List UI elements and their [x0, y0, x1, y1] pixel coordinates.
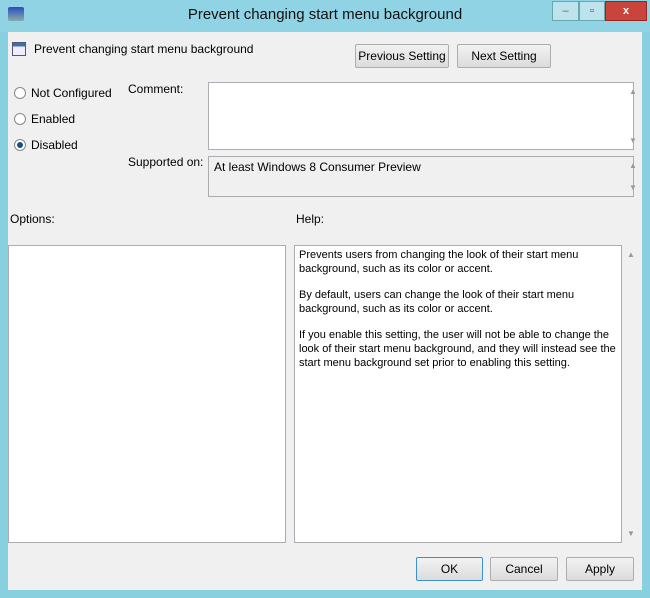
- radio-label: Not Configured: [31, 86, 112, 100]
- supported-value: At least Windows 8 Consumer Preview: [214, 160, 421, 174]
- title-bar[interactable]: Prevent changing start menu background –…: [0, 0, 650, 32]
- radio-circle[interactable]: [14, 139, 26, 151]
- supported-label: Supported on:: [128, 155, 204, 169]
- cancel-button[interactable]: Cancel: [490, 557, 558, 581]
- next-setting-button[interactable]: Next Setting: [457, 44, 551, 68]
- policy-icon: [12, 42, 26, 56]
- scrollbar[interactable]: ▲ ▼: [616, 83, 637, 149]
- maximize-button[interactable]: ▫: [579, 1, 605, 21]
- help-paragraph: Prevents users from changing the look of…: [299, 249, 579, 275]
- apply-button[interactable]: Apply: [566, 557, 634, 581]
- supported-field: At least Windows 8 Consumer Preview ▲ ▼: [208, 156, 637, 197]
- close-button[interactable]: x: [605, 1, 647, 21]
- radio-label: Disabled: [31, 138, 78, 152]
- radio-enabled[interactable]: Enabled: [14, 112, 75, 126]
- ok-button[interactable]: OK: [416, 557, 483, 581]
- previous-setting-button[interactable]: Previous Setting: [355, 44, 449, 68]
- comment-input[interactable]: ▲ ▼: [208, 82, 637, 150]
- radio-label: Enabled: [31, 112, 76, 126]
- options-label: Options:: [10, 212, 55, 226]
- options-panel: [8, 245, 286, 543]
- minimize-button[interactable]: –: [552, 1, 579, 21]
- help-panel: Prevents users from changing the look of…: [294, 245, 622, 543]
- help-paragraph: If you enable this setting, the user wil…: [299, 329, 616, 369]
- radio-not-configured[interactable]: Not Configured: [14, 86, 112, 100]
- policy-name: Prevent changing start menu background: [34, 42, 254, 56]
- help-label: Help:: [296, 212, 325, 226]
- radio-circle[interactable]: [14, 113, 26, 125]
- comment-label: Comment:: [128, 82, 184, 96]
- help-scrollbar[interactable]: ▲ ▼: [622, 245, 640, 543]
- scrollbar[interactable]: ▲ ▼: [616, 157, 637, 196]
- radio-circle[interactable]: [14, 87, 26, 99]
- help-paragraph: By default, users can change the look of…: [299, 289, 575, 315]
- radio-disabled[interactable]: Disabled: [14, 138, 78, 152]
